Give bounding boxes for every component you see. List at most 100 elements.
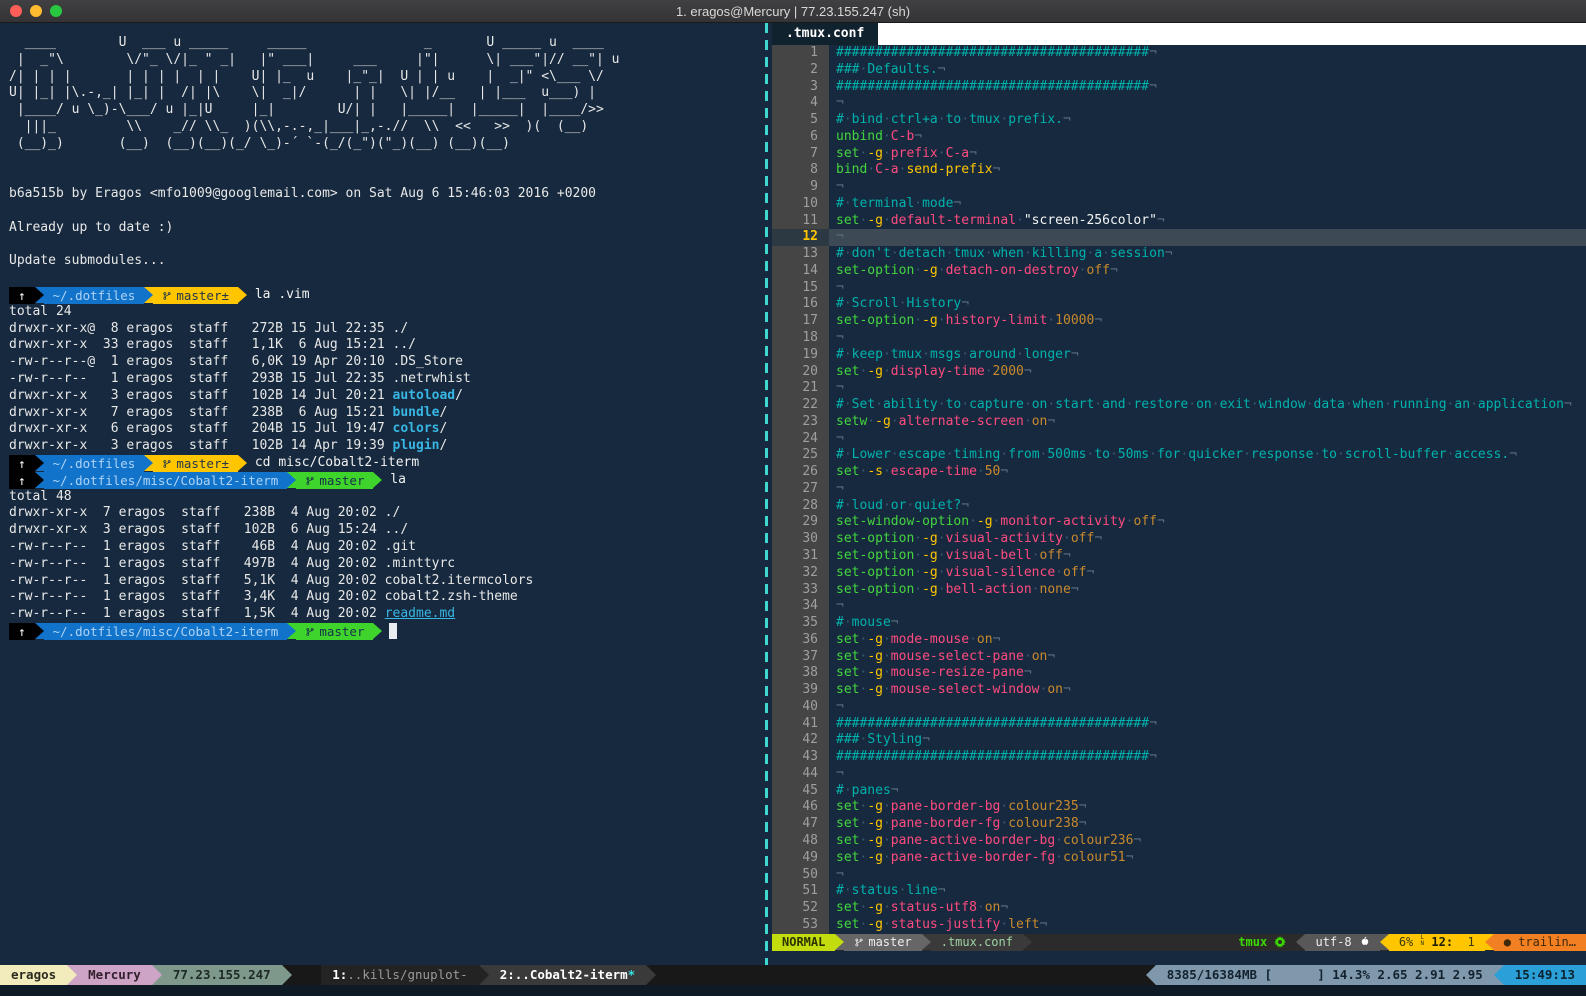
- terminal-line: Already up to date :): [9, 220, 771, 237]
- vim-line[interactable]: 16#·Scroll·History¬: [772, 296, 1586, 313]
- code-token: don't: [852, 246, 891, 261]
- terminal-line: -rw-r--r-- 1 eragos staff 497B 4 Aug 20:…: [9, 556, 771, 573]
- code-token: status: [852, 883, 899, 898]
- space-listchar: ·: [867, 414, 875, 429]
- vim-line[interactable]: 46set·-g·pane-border-bg·colour235¬: [772, 799, 1586, 816]
- vim-line[interactable]: 50¬: [772, 867, 1586, 884]
- vim-line[interactable]: 38set·-g·mouse-resize-pane¬: [772, 665, 1586, 682]
- vim-line[interactable]: 9¬: [772, 179, 1586, 196]
- eol-listchar: ¬: [961, 296, 969, 311]
- pane-divider[interactable]: [765, 23, 768, 965]
- vim-line[interactable]: 17set-option·-g·history-limit·10000¬: [772, 313, 1586, 330]
- eol-listchar: ¬: [1564, 397, 1572, 412]
- minimize-button[interactable]: [30, 5, 42, 17]
- terminal-text: drwxr-xr-x 3 eragos staff 102B 14 Apr 19…: [9, 438, 393, 453]
- vim-line[interactable]: 13#·don't·detach·tmux·when·killing·a·ses…: [772, 246, 1586, 263]
- vim-line[interactable]: 14set-option·-g·detach-on-destroy·off¬: [772, 263, 1586, 280]
- code-token: -g: [922, 548, 938, 563]
- vim-line[interactable]: 6unbind·C-b¬: [772, 129, 1586, 146]
- traffic-lights: [10, 5, 62, 17]
- line-number: 53: [772, 917, 829, 934]
- terminal-text: drwxr-xr-x@ 8 eragos staff 272B 15 Jul 2…: [9, 321, 408, 336]
- vim-line[interactable]: 4¬: [772, 95, 1586, 112]
- vim-line[interactable]: 41######################################…: [772, 716, 1586, 733]
- vim-line[interactable]: 27¬: [772, 481, 1586, 498]
- terminal-text: b6a515b by Eragos <mfo1009@googlemail.co…: [9, 186, 596, 201]
- vim-line[interactable]: 12¬: [772, 229, 1586, 246]
- code-token: Scroll: [852, 296, 899, 311]
- vim-line[interactable]: 45#·panes¬: [772, 783, 1586, 800]
- code-token: ctrl+a: [891, 112, 938, 127]
- vim-line[interactable]: 36set·-g·mode-mouse·on¬: [772, 632, 1586, 649]
- space-listchar: ·: [1470, 397, 1478, 412]
- separator-icon: [1023, 934, 1032, 950]
- line-number: 43: [772, 749, 829, 766]
- vim-line[interactable]: 44¬: [772, 766, 1586, 783]
- vim-line[interactable]: 21¬: [772, 380, 1586, 397]
- space-listchar: ·: [844, 196, 852, 211]
- vim-line[interactable]: 32set-option·-g·visual-silence·off¬: [772, 565, 1586, 582]
- vim-line[interactable]: 35#·mouse¬: [772, 615, 1586, 632]
- vim-line[interactable]: 28#·loud·or·quiet?¬: [772, 498, 1586, 515]
- vim-line[interactable]: 24¬: [772, 431, 1586, 448]
- vim-pane[interactable]: .tmux.conf 1############################…: [772, 23, 1586, 965]
- vim-line[interactable]: 23setw·-g·alternate-screen·on¬: [772, 414, 1586, 431]
- vim-line[interactable]: 49set·-g·pane-active-border-fg·colour51¬: [772, 850, 1586, 867]
- vim-line[interactable]: 26set·-s·escape-time·50¬: [772, 464, 1586, 481]
- typed-command: cd misc/Cobalt2-iterm: [247, 455, 419, 470]
- code-token: #: [836, 246, 844, 261]
- vim-line[interactable]: 1#######################################…: [772, 45, 1586, 62]
- space-listchar: ·: [883, 464, 891, 479]
- vim-line[interactable]: 47set·-g·pane-border-fg·colour238¬: [772, 816, 1586, 833]
- line-number: 46: [772, 799, 829, 816]
- terminal-text: drwxr-xr-x 7 eragos staff 238B 6 Aug 15:…: [9, 405, 393, 420]
- vim-line[interactable]: 20set·-g·display-time·2000¬: [772, 364, 1586, 381]
- shell-pane[interactable]: ____ U ___ u _____ _____ _ U _____ u ___…: [0, 23, 771, 965]
- vim-line[interactable]: 37set·-g·mouse-select-pane·on¬: [772, 649, 1586, 666]
- space-listchar: ·: [922, 347, 930, 362]
- vim-line[interactable]: 29set-window-option·-g·monitor-activity·…: [772, 514, 1586, 531]
- code-token: ########################################: [836, 716, 1149, 731]
- vim-line[interactable]: 51#·status·line¬: [772, 883, 1586, 900]
- vim-line[interactable]: 43######################################…: [772, 749, 1586, 766]
- vim-line[interactable]: 48set·-g·pane-active-border-bg·colour236…: [772, 833, 1586, 850]
- close-button[interactable]: [10, 5, 22, 17]
- zoom-button[interactable]: [50, 5, 62, 17]
- vim-line[interactable]: 7set·-g·prefix·C-a¬: [772, 146, 1586, 163]
- vim-line[interactable]: 34¬: [772, 598, 1586, 615]
- space-listchar: ·: [969, 514, 977, 529]
- vim-line[interactable]: 31set-option·-g·visual-bell·off¬: [772, 548, 1586, 565]
- readme-link[interactable]: readme.md: [385, 606, 455, 621]
- line-number: 7: [772, 146, 829, 163]
- vim-line[interactable]: 5#·bind·ctrl+a·to·tmux·prefix.¬: [772, 112, 1586, 129]
- vim-line[interactable]: 3#######################################…: [772, 79, 1586, 96]
- vim-line[interactable]: 52set·-g·status-utf8·on¬: [772, 900, 1586, 917]
- line-number: 51: [772, 883, 829, 900]
- vim-line[interactable]: 30set-option·-g·visual-activity·off¬: [772, 531, 1586, 548]
- vim-line[interactable]: 8bind·C-a·send-prefix¬: [772, 162, 1586, 179]
- vim-line[interactable]: 25#·Lower·escape·timing·from·500ms·to·50…: [772, 447, 1586, 464]
- vim-line[interactable]: 40¬: [772, 699, 1586, 716]
- vim-line[interactable]: 15¬: [772, 280, 1586, 297]
- terminal-line: | _"\ \/"_ \/|_ " _| |" ___| ___ |"| \| …: [9, 52, 771, 69]
- terminal-line: total 24: [9, 304, 771, 321]
- vim-line[interactable]: 18¬: [772, 330, 1586, 347]
- vim-line[interactable]: 53set·-g·status-justify·left¬: [772, 917, 1586, 934]
- line-number: 19: [772, 347, 829, 364]
- tmux-window-2-active[interactable]: 2:..Cobalt2-iterm*: [489, 965, 646, 985]
- code-token: none: [1040, 582, 1071, 597]
- powerline-arrow-icon: [238, 455, 247, 471]
- vim-line[interactable]: 22#·Set·ability·to·capture·on·start·and·…: [772, 397, 1586, 414]
- vim-line[interactable]: 10#·terminal·mode¬: [772, 196, 1586, 213]
- vim-line[interactable]: 2###·Defaults.¬: [772, 62, 1586, 79]
- code-token: ###: [836, 732, 859, 747]
- tmux-window-1[interactable]: 1:..kills/gnuplot-: [321, 965, 478, 985]
- vim-line[interactable]: 42###·Styling¬: [772, 732, 1586, 749]
- vim-line[interactable]: 39set·-g·mouse-select-window·on¬: [772, 682, 1586, 699]
- space-listchar: ·: [883, 649, 891, 664]
- vim-line[interactable]: 19#·keep·tmux·msgs·around·longer¬: [772, 347, 1586, 364]
- tab-tmux-conf[interactable]: .tmux.conf: [772, 23, 878, 45]
- vim-line[interactable]: 11set·-g·default-terminal·"screen-256col…: [772, 213, 1586, 230]
- vim-line[interactable]: 33set-option·-g·bell-action·none¬: [772, 582, 1586, 599]
- vim-buffer[interactable]: 1#######################################…: [772, 45, 1586, 934]
